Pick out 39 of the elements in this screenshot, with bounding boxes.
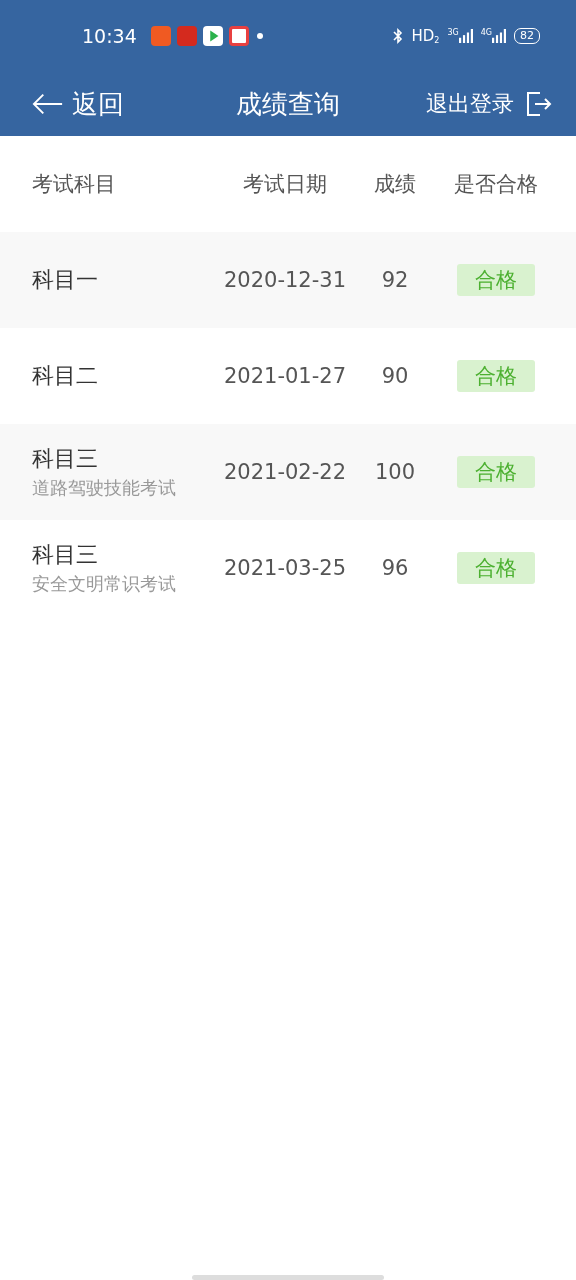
column-header: 是否合格: [453, 171, 539, 198]
subject-name: 科目三: [32, 445, 99, 473]
app-icon: [176, 26, 197, 46]
subject-name: 科目三: [32, 541, 99, 569]
page-title: 成绩查询: [235, 87, 341, 121]
hd-indicator: HD2: [411, 27, 440, 45]
back-arrow-icon: [32, 92, 64, 116]
result-badge: 合格: [457, 552, 535, 584]
home-indicator[interactable]: [192, 1275, 384, 1280]
bluetooth-icon: [393, 28, 404, 44]
notification-dot-icon: [256, 33, 263, 39]
result-badge: 合格: [457, 456, 535, 488]
column-header: 成绩: [373, 171, 417, 198]
exam-date: 2021-03-25: [222, 556, 347, 580]
back-button[interactable]: 返回: [32, 86, 124, 122]
signal-indicator: 3G: [447, 28, 473, 44]
battery-indicator: 82: [514, 28, 540, 44]
score: 96: [380, 556, 410, 580]
column-header: 考试日期: [242, 171, 328, 198]
exam-date: 2021-02-22: [222, 460, 347, 484]
score: 92: [380, 268, 410, 292]
app-icon: [202, 26, 223, 46]
result-badge: 合格: [457, 360, 535, 392]
subject-name: 科目二: [32, 362, 99, 390]
app-icon: [150, 26, 171, 46]
column-header: 考试科目: [31, 171, 117, 198]
subject-detail: 安全文明常识考试: [32, 572, 177, 596]
subject-name: 科目一: [32, 266, 99, 294]
logout-icon: [526, 91, 552, 117]
score: 100: [373, 460, 417, 484]
result-badge: 合格: [457, 264, 535, 296]
score: 90: [380, 364, 410, 388]
signal-indicator: 4G: [480, 28, 506, 44]
status-time: 10:34: [82, 25, 137, 47]
exam-date: 2020-12-31: [222, 268, 347, 292]
subject-detail: 道路驾驶技能考试: [32, 476, 177, 500]
logout-button[interactable]: 退出登录: [426, 89, 552, 119]
app-icon: [228, 26, 249, 46]
exam-date: 2021-01-27: [222, 364, 347, 388]
